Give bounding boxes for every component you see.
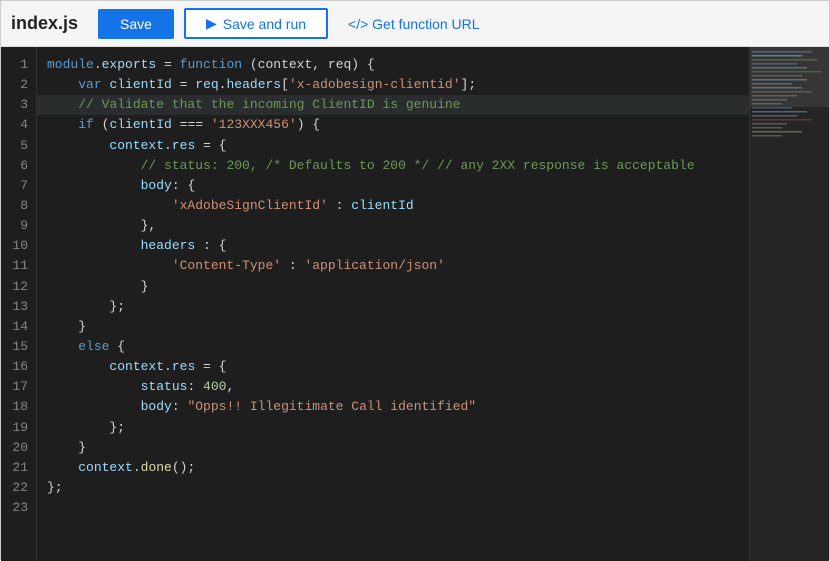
get-function-url-button[interactable]: </> Get function URL <box>348 16 480 32</box>
line-number: 5 <box>1 136 36 156</box>
code-line: // Validate that the incoming ClientID i… <box>37 95 749 115</box>
code-line: var clientId = req.headers['x-adobesign-… <box>47 75 739 95</box>
code-line: }, <box>47 216 739 236</box>
code-line: } <box>47 317 739 337</box>
line-numbers: 1234567891011121314151617181920212223 <box>1 47 37 561</box>
code-line: body: { <box>47 176 739 196</box>
line-number: 10 <box>1 236 36 256</box>
code-line: context.done(); <box>47 458 739 478</box>
line-number: 18 <box>1 397 36 417</box>
code-line: } <box>47 438 739 458</box>
line-number: 4 <box>1 115 36 135</box>
line-number: 21 <box>1 458 36 478</box>
line-number: 9 <box>1 216 36 236</box>
line-number: 20 <box>1 438 36 458</box>
code-line: // status: 200, /* Defaults to 200 */ //… <box>47 156 739 176</box>
save-and-run-button[interactable]: ▶ Save and run <box>184 8 328 39</box>
line-number: 3 <box>1 95 36 115</box>
save-and-run-label: Save and run <box>223 16 306 32</box>
save-button[interactable]: Save <box>98 9 174 39</box>
code-line <box>47 498 739 518</box>
line-number: 13 <box>1 297 36 317</box>
line-number: 23 <box>1 498 36 518</box>
code-line: context.res = { <box>47 136 739 156</box>
line-number: 6 <box>1 156 36 176</box>
code-line: headers : { <box>47 236 739 256</box>
code-line: if (clientId === '123XXX456') { <box>47 115 739 135</box>
minimap <box>749 47 829 561</box>
code-line: }; <box>47 478 739 498</box>
code-line: } <box>47 277 739 297</box>
code-line: context.res = { <box>47 357 739 377</box>
code-editor: 1234567891011121314151617181920212223 mo… <box>1 47 829 561</box>
line-number: 8 <box>1 196 36 216</box>
line-number: 17 <box>1 377 36 397</box>
line-number: 19 <box>1 418 36 438</box>
play-icon: ▶ <box>206 15 217 32</box>
minimap-visual <box>750 47 829 561</box>
line-number: 7 <box>1 176 36 196</box>
code-line: 'xAdobeSignClientId' : clientId <box>47 196 739 216</box>
code-line: module.exports = function (context, req)… <box>47 55 739 75</box>
code-line: else { <box>47 337 739 357</box>
code-line: }; <box>47 418 739 438</box>
code-line: 'Content-Type' : 'application/json' <box>47 256 739 276</box>
line-number: 15 <box>1 337 36 357</box>
file-title: index.js <box>11 13 78 34</box>
code-content[interactable]: module.exports = function (context, req)… <box>37 47 749 561</box>
code-line: }; <box>47 297 739 317</box>
code-line: status: 400, <box>47 377 739 397</box>
line-number: 22 <box>1 478 36 498</box>
line-number: 2 <box>1 75 36 95</box>
line-number: 12 <box>1 277 36 297</box>
line-number: 11 <box>1 256 36 276</box>
code-line: body: "Opps!! Illegitimate Call identifi… <box>47 397 739 417</box>
line-number: 1 <box>1 55 36 75</box>
line-number: 14 <box>1 317 36 337</box>
line-number: 16 <box>1 357 36 377</box>
toolbar: index.js Save ▶ Save and run </> Get fun… <box>1 1 829 47</box>
